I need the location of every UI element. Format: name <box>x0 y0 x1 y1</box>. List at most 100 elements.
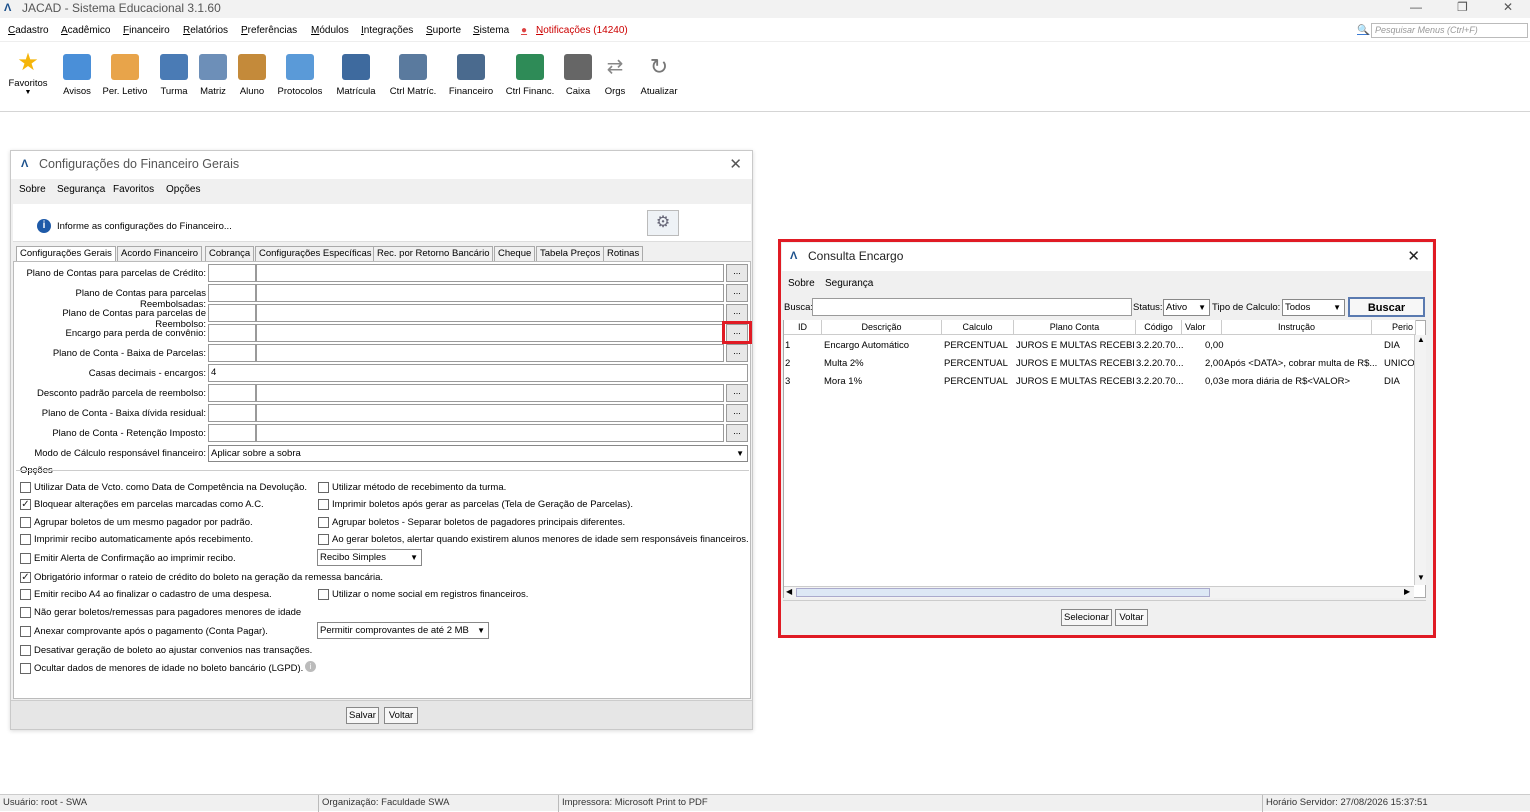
tab-acordo-financeiro[interactable]: Acordo Financeiro <box>117 246 203 261</box>
scroll-up-icon[interactable]: ▲ <box>1417 335 1425 344</box>
field-desc-input[interactable] <box>256 404 724 422</box>
option-checkbox[interactable] <box>20 589 31 600</box>
menu-sobre[interactable]: Sobre <box>788 278 815 289</box>
menu-cadastro[interactable]: Cadastro <box>8 25 49 36</box>
busca-input[interactable] <box>812 298 1132 316</box>
grid-header-id[interactable]: ID <box>784 320 822 335</box>
option-checkbox[interactable] <box>20 534 31 545</box>
field-desc-input[interactable] <box>256 344 724 362</box>
menu-preferencias[interactable]: Preferências <box>241 25 297 36</box>
minimize-icon[interactable]: — <box>1410 0 1422 14</box>
toolbar-financeiro[interactable]: Financeiro <box>446 54 496 97</box>
vertical-scrollbar[interactable]: ▲ ▼ <box>1414 335 1426 585</box>
field-desc-input[interactable] <box>256 324 724 342</box>
tipo-calculo-select[interactable]: Todos ▼ <box>1282 299 1345 316</box>
horizontal-scrollbar[interactable]: ◀ ▶ <box>784 586 1414 598</box>
menu-seguranca[interactable]: Segurança <box>57 184 105 195</box>
toolbar-caixa[interactable]: Caixa <box>563 54 593 97</box>
field-code-input[interactable] <box>208 284 256 302</box>
tab-cobranca[interactable]: Cobrança <box>205 246 255 261</box>
option-checkbox[interactable] <box>20 482 31 493</box>
restore-icon[interactable]: ❐ <box>1457 0 1468 14</box>
receipt-type-select[interactable]: Recibo Simples ▼ <box>317 549 422 566</box>
toolbar-avisos[interactable]: Avisos <box>58 54 96 97</box>
option-checkbox[interactable]: ✓ <box>20 572 31 583</box>
toolbar-turma[interactable]: Turma <box>156 54 192 97</box>
menu-opcoes[interactable]: Opções <box>166 184 200 195</box>
grid-header-instrucao[interactable]: Instrução <box>1222 320 1372 335</box>
option-checkbox[interactable]: ✓ <box>20 499 31 510</box>
toolbar-aluno[interactable]: Aluno <box>235 54 269 97</box>
tab-configuracoes-gerais[interactable]: Configurações Gerais <box>16 246 116 261</box>
menu-seguranca[interactable]: Segurança <box>825 278 873 289</box>
back-button[interactable]: Voltar <box>384 707 418 724</box>
field-code-input[interactable] <box>208 324 256 342</box>
tab-configuracoes-especificas[interactable]: Configurações Específicas <box>255 246 376 261</box>
lookup-button[interactable]: ... <box>726 304 748 322</box>
voltar-button[interactable]: Voltar <box>1115 609 1148 626</box>
toolbar-favoritos[interactable]: ★ Favoritos ▼ <box>6 50 50 97</box>
menu-integracoes[interactable]: Integrações <box>361 25 413 36</box>
decimal-places-input[interactable]: 4 <box>208 364 748 382</box>
buscar-button[interactable]: Buscar <box>1348 297 1425 317</box>
settings-gear-icon[interactable]: ⚙ <box>647 210 679 236</box>
option-checkbox[interactable] <box>20 645 31 656</box>
close-icon[interactable]: ✕ <box>1503 0 1513 14</box>
toolbar-matricula[interactable]: Matrícula <box>333 54 379 97</box>
toolbar-ctrl-financ[interactable]: Ctrl Financ. <box>503 54 557 97</box>
option-checkbox[interactable] <box>318 534 329 545</box>
field-desc-input[interactable] <box>256 264 724 282</box>
toolbar-ctrl-matric[interactable]: Ctrl Matríc. <box>385 54 441 97</box>
menu-favoritos[interactable]: Favoritos <box>113 184 154 195</box>
grid-header-calculo[interactable]: Calculo <box>942 320 1014 335</box>
lookup-button[interactable]: ... <box>726 264 748 282</box>
lookup-button[interactable]: ... <box>726 284 748 302</box>
option-checkbox[interactable] <box>20 626 31 637</box>
field-desc-input[interactable] <box>256 424 724 442</box>
field-desc-input[interactable] <box>256 384 724 402</box>
selecionar-button[interactable]: Selecionar <box>1061 609 1112 626</box>
option-checkbox[interactable] <box>20 553 31 564</box>
lookup-button[interactable]: ... <box>726 344 748 362</box>
option-checkbox[interactable] <box>318 517 329 528</box>
option-checkbox[interactable] <box>318 499 329 510</box>
grid-header-codigo[interactable]: Código <box>1136 320 1182 335</box>
close-icon[interactable]: ✕ <box>729 155 742 173</box>
toolbar-orgs[interactable]: ⇄ Orgs <box>601 54 629 97</box>
attach-size-select[interactable]: Permitir comprovantes de até 2 MB ▼ <box>317 622 489 639</box>
field-desc-input[interactable] <box>256 304 724 322</box>
option-checkbox[interactable] <box>318 589 329 600</box>
menu-financeiro[interactable]: Financeiro <box>123 25 170 36</box>
menu-search-input[interactable]: Pesquisar Menus (Ctrl+F) <box>1371 23 1528 38</box>
field-code-input[interactable] <box>208 404 256 422</box>
option-checkbox[interactable] <box>20 607 31 618</box>
toolbar-protocolos[interactable]: Protocolos <box>275 54 325 97</box>
lookup-button[interactable]: ... <box>726 404 748 422</box>
menu-sobre[interactable]: Sobre <box>19 184 46 195</box>
tab-cheque[interactable]: Cheque <box>494 246 536 261</box>
lookup-button[interactable]: ... <box>726 384 748 402</box>
field-code-input[interactable] <box>208 424 256 442</box>
toolbar-atualizar[interactable]: ↻ Atualizar <box>637 54 681 97</box>
option-checkbox[interactable] <box>318 482 329 493</box>
scroll-right-icon[interactable]: ▶ <box>1404 587 1410 596</box>
menu-academico[interactable]: Acadêmico <box>61 25 110 36</box>
menu-relatorios[interactable]: Relatórios <box>183 25 228 36</box>
info-icon[interactable]: i <box>305 661 316 672</box>
menu-modulos[interactable]: Módulos <box>311 25 349 36</box>
menu-sistema[interactable]: Sistema <box>473 25 509 36</box>
field-code-input[interactable] <box>208 384 256 402</box>
grid-header-plano-conta[interactable]: Plano Conta <box>1014 320 1136 335</box>
field-code-input[interactable] <box>208 304 256 322</box>
scroll-thumb[interactable] <box>796 588 1210 597</box>
toolbar-matriz[interactable]: Matriz <box>196 54 230 97</box>
grid-header-periodo[interactable]: Perio <box>1372 320 1416 335</box>
tab-tabela-precos[interactable]: Tabela Preços <box>536 246 605 261</box>
option-checkbox[interactable] <box>20 663 31 674</box>
scroll-left-icon[interactable]: ◀ <box>786 587 792 596</box>
scroll-down-icon[interactable]: ▼ <box>1417 573 1425 582</box>
save-button[interactable]: Salvar <box>346 707 379 724</box>
grid-header-descricao[interactable]: Descrição <box>822 320 942 335</box>
tab-rotinas[interactable]: Rotinas <box>603 246 644 261</box>
grid-header-valor[interactable]: Valor <box>1182 320 1222 335</box>
